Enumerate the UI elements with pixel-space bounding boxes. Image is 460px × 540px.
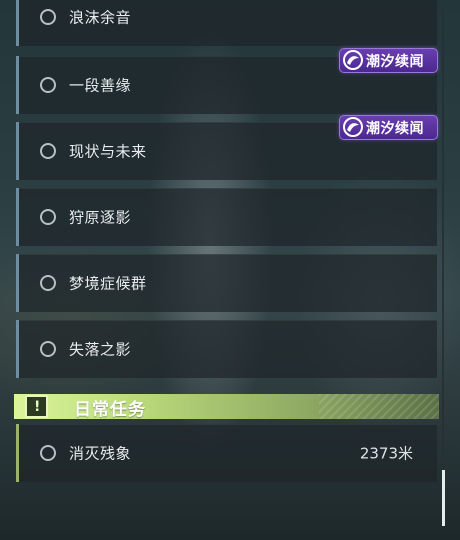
quest-status-circle-icon — [40, 209, 56, 225]
daily-quest-item[interactable]: 消灭残象 2373米 — [16, 424, 437, 482]
scrollbar-track[interactable] — [442, 10, 444, 526]
quest-label: 浪沫余音 — [69, 8, 132, 27]
quest-status-bar — [16, 424, 19, 482]
quest-status-circle-icon — [40, 77, 56, 93]
quest-status-bar — [16, 122, 19, 180]
quest-item-5[interactable]: 梦境症候群 — [16, 254, 437, 312]
quest-status-bar — [16, 254, 19, 312]
quest-item-1[interactable]: 浪沫余音 — [16, 0, 437, 46]
tide-story-badge: 潮汐续闻 — [339, 115, 438, 140]
quest-status-bar — [16, 188, 19, 246]
daily-quests-header[interactable]: ! 日常任务 — [14, 394, 439, 420]
quest-status-circle-icon — [40, 445, 56, 461]
tide-story-badge: 潮汐续闻 — [339, 48, 438, 73]
scrollbar-thumb[interactable] — [442, 470, 445, 526]
quest-label: 现状与未来 — [69, 142, 147, 161]
quest-item-6[interactable]: 失落之影 — [16, 320, 437, 378]
quest-status-circle-icon — [40, 143, 56, 159]
tide-wave-icon — [343, 117, 363, 137]
quest-distance: 2373米 — [359, 444, 413, 463]
header-decoration — [319, 394, 439, 419]
section-title: 日常任务 — [74, 400, 146, 420]
quest-label: 消灭残象 — [69, 444, 132, 463]
quest-status-circle-icon — [40, 9, 56, 25]
quest-status-circle-icon — [40, 275, 56, 291]
quest-label: 梦境症候群 — [69, 274, 147, 293]
badge-label: 潮汐续闻 — [366, 121, 424, 137]
quest-status-circle-icon — [40, 341, 56, 357]
quest-label: 一段善缘 — [69, 76, 132, 95]
exclamation-icon: ! — [25, 395, 48, 418]
quest-label: 狩原逐影 — [69, 208, 132, 227]
quest-status-bar — [16, 0, 19, 46]
quest-list: 浪沫余音 一段善缘 现状与未来 狩原逐影 梦境症候群 失落之影 潮汐续闻 潮汐续… — [0, 0, 460, 540]
quest-item-4[interactable]: 狩原逐影 — [16, 188, 437, 246]
badge-label: 潮汐续闻 — [366, 54, 424, 70]
quest-status-bar — [16, 320, 19, 378]
quest-status-bar — [16, 56, 19, 114]
tide-wave-icon — [343, 50, 363, 70]
quest-label: 失落之影 — [69, 340, 132, 359]
